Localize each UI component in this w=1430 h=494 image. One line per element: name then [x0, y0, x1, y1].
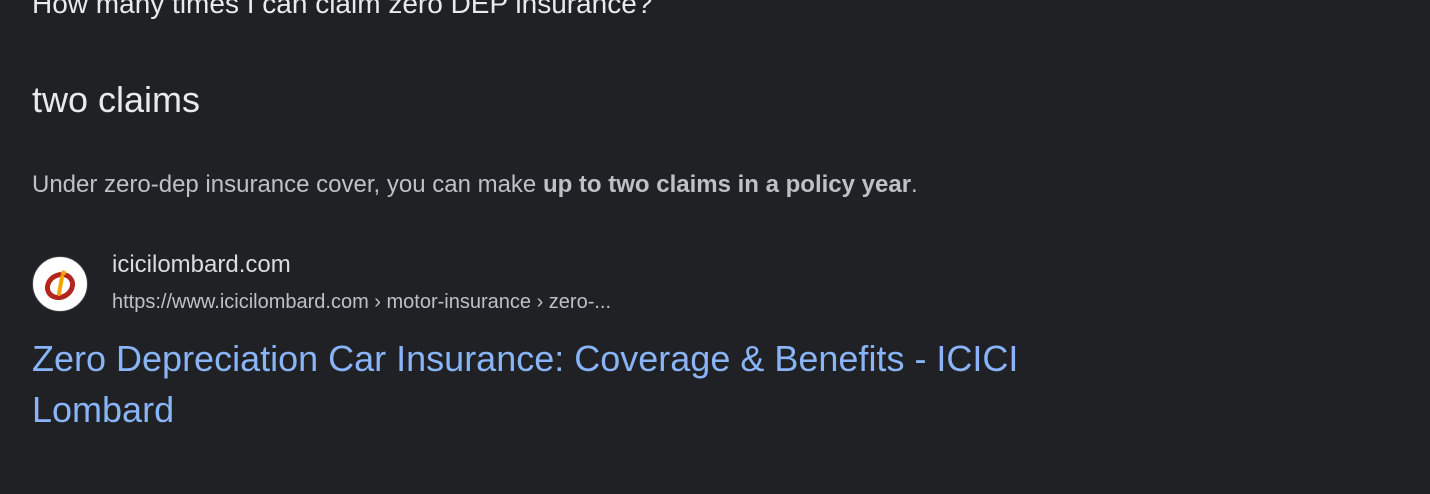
snippet-prefix: Under zero-dep insurance cover, you can … [32, 171, 543, 198]
result-title-link[interactable]: Zero Depreciation Car Insurance: Coverag… [32, 333, 1152, 435]
snippet-text: Under zero-dep insurance cover, you can … [32, 168, 918, 202]
site-favicon [32, 256, 88, 312]
question-heading[interactable]: How many times I can claim zero DEP insu… [32, 0, 652, 22]
icici-lombard-logo-icon [44, 270, 76, 301]
snippet-suffix: . [911, 171, 918, 198]
site-name[interactable]: icicilombard.com [112, 250, 291, 280]
answer-text: two claims [32, 79, 201, 120]
close-icon [1293, 0, 1331, 14]
close-button[interactable] [1293, 0, 1331, 14]
site-url-breadcrumb[interactable]: https://www.icicilombard.com › motor-ins… [112, 288, 611, 316]
featured-snippet-panel: How many times I can claim zero DEP insu… [0, 0, 1430, 494]
source-attribution[interactable]: icicilombard.com https://www.icicilombar… [32, 250, 832, 322]
snippet-highlight: up to two claims in a policy year [542, 171, 912, 198]
